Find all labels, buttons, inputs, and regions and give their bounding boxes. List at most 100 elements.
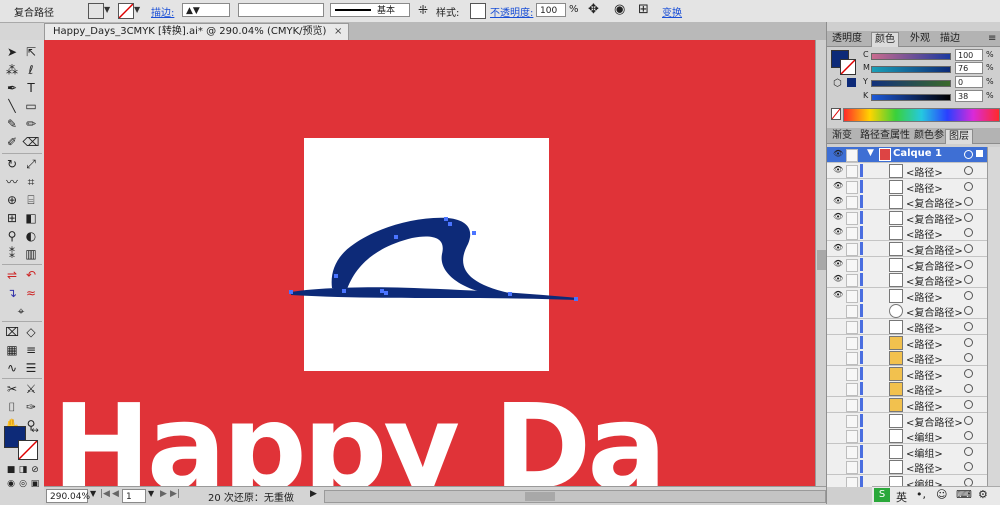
channel-value-y[interactable]: 0 bbox=[955, 76, 983, 88]
layer-item-row[interactable]: 👁 <路径> bbox=[827, 178, 987, 195]
lock-toggle[interactable] bbox=[846, 461, 858, 475]
gamut-swatch[interactable] bbox=[847, 78, 856, 87]
expand-icon[interactable]: ▼ bbox=[867, 148, 874, 158]
lock-toggle[interactable] bbox=[846, 321, 858, 334]
bar-tool-icon[interactable]: ≡ bbox=[22, 342, 40, 358]
lock-toggle[interactable] bbox=[846, 352, 858, 366]
smiley-icon[interactable]: ☺ bbox=[936, 488, 947, 501]
curvature-tool-icon[interactable]: ↶ bbox=[22, 267, 40, 283]
tab-layers[interactable]: 图层 bbox=[945, 129, 973, 144]
slider-y[interactable]: Y 0 % bbox=[863, 76, 999, 89]
gradient-tool-icon[interactable]: ◧ bbox=[22, 210, 40, 226]
target-icon[interactable] bbox=[964, 400, 973, 409]
lock-toggle[interactable] bbox=[846, 367, 858, 381]
shape-builder-tool-icon[interactable]: ⊕ bbox=[3, 192, 21, 208]
tab-attributes[interactable]: 属性 bbox=[887, 129, 913, 143]
eye-icon[interactable]: 👁 bbox=[833, 227, 843, 237]
layer-item-row[interactable]: 👁 <复合路径> bbox=[827, 272, 987, 289]
document-tab[interactable]: Happy_Days_3CMYK [转换].ai* @ 290.04% (CMY… bbox=[44, 23, 350, 41]
screen-mode-icon[interactable]: ▣ bbox=[26, 476, 44, 492]
status-menu-icon[interactable]: ▶ bbox=[310, 489, 317, 499]
direct-selection-tool-icon[interactable]: ⇱ bbox=[22, 44, 40, 60]
layer-item-row[interactable]: <复合路径> bbox=[827, 303, 987, 320]
lock-toggle[interactable] bbox=[846, 445, 858, 459]
next-page-icon[interactable]: ▶ bbox=[160, 489, 167, 499]
none-swatch[interactable] bbox=[831, 108, 841, 120]
page-arrow-icon[interactable]: ▼ bbox=[148, 489, 154, 498]
eye-icon[interactable]: 👁 bbox=[833, 181, 843, 191]
tab-color[interactable]: 颜色 bbox=[871, 32, 899, 47]
eye-icon[interactable]: 👁 bbox=[833, 259, 843, 269]
channel-track-m[interactable] bbox=[871, 66, 951, 73]
eye-icon[interactable]: 👁 bbox=[833, 274, 843, 284]
target-icon[interactable] bbox=[964, 212, 973, 222]
target-icon[interactable] bbox=[964, 462, 973, 472]
layers-scrollbar[interactable] bbox=[987, 147, 1000, 487]
settings-icon[interactable]: ⚙ bbox=[978, 488, 988, 501]
layer-item-row[interactable]: 👁 <复合路径> bbox=[827, 209, 987, 226]
eyedropper-tool-icon[interactable]: ⚲ bbox=[3, 228, 21, 244]
out-of-gamut-icon[interactable]: ⬡ bbox=[833, 78, 842, 89]
target-icon[interactable] bbox=[964, 431, 973, 441]
layer-item-row[interactable]: 👁 <路径> bbox=[827, 287, 987, 304]
lock-toggle[interactable] bbox=[846, 165, 858, 178]
selection-tool-icon[interactable]: ➤ bbox=[3, 44, 21, 60]
page-input[interactable]: 1 bbox=[122, 489, 146, 503]
close-icon[interactable]: × bbox=[334, 24, 342, 40]
warp-tool-icon[interactable]: 〰 bbox=[3, 174, 21, 190]
lock-toggle[interactable] bbox=[846, 305, 858, 319]
perspective-grid-tool-icon[interactable]: ⌸ bbox=[22, 192, 40, 208]
color-spectrum-bar[interactable] bbox=[843, 108, 1000, 122]
opacity-label[interactable]: 不透明度: bbox=[490, 4, 533, 19]
channel-track-k[interactable] bbox=[871, 94, 951, 101]
layer-item-row[interactable]: 👁 <路径> bbox=[827, 225, 987, 242]
target-icon[interactable] bbox=[964, 446, 973, 456]
type-tool-icon[interactable]: T bbox=[22, 80, 40, 96]
chart-tool-icon[interactable]: ▦ bbox=[3, 342, 21, 358]
layer-item-row[interactable]: 👁 <复合路径> bbox=[827, 256, 987, 273]
layer-item-row[interactable]: <路径> bbox=[827, 334, 987, 351]
ime-icon[interactable]: S bbox=[874, 488, 890, 502]
stroke-swatch[interactable] bbox=[118, 3, 134, 19]
reflect-tool-icon[interactable]: ⇌ bbox=[3, 267, 21, 283]
free-transform-tool-icon[interactable]: ⌗ bbox=[22, 174, 40, 190]
target-icon[interactable] bbox=[964, 353, 973, 363]
knife-tool-icon[interactable]: ⚔ bbox=[22, 381, 40, 397]
target-icon[interactable] bbox=[964, 322, 973, 331]
lock-toggle[interactable] bbox=[846, 227, 858, 241]
blob-brush-tool-icon[interactable]: ✐ bbox=[3, 134, 21, 150]
lock-toggle[interactable] bbox=[846, 211, 858, 225]
paintbrush-tool-icon[interactable]: ✎ bbox=[3, 116, 21, 132]
lock-toggle[interactable] bbox=[846, 399, 858, 412]
lock-toggle[interactable] bbox=[846, 243, 858, 256]
layer-item-row[interactable]: 👁 <复合路径> bbox=[827, 241, 987, 257]
mesh-tool-icon[interactable]: ⊞ bbox=[3, 210, 21, 226]
magic-wand-tool-icon[interactable]: ⁂ bbox=[3, 62, 21, 78]
target-icon[interactable] bbox=[964, 415, 973, 425]
last-page-icon[interactable]: ▶| bbox=[170, 489, 180, 499]
eye-icon[interactable]: 👁 bbox=[833, 212, 843, 222]
crop-tool-icon[interactable]: ⌷ bbox=[3, 399, 21, 415]
eraser-tool-icon[interactable]: ⌫ bbox=[22, 134, 40, 150]
eye-icon[interactable]: 👁 bbox=[833, 196, 843, 206]
target-icon[interactable] bbox=[964, 259, 973, 269]
transform-link[interactable]: 变换 bbox=[662, 4, 682, 19]
document-setup-icon[interactable]: ◉ bbox=[614, 2, 625, 17]
stroke-label[interactable]: 描边: bbox=[151, 4, 174, 19]
align-icon[interactable]: ⁜ bbox=[418, 3, 428, 17]
lasso-tool-icon[interactable]: ℓ bbox=[22, 62, 40, 78]
tab-color-guide[interactable]: 颜色参 bbox=[911, 129, 947, 143]
slider-c[interactable]: C 100 % bbox=[863, 49, 999, 62]
target-icon[interactable] bbox=[964, 368, 973, 378]
target-icon[interactable] bbox=[964, 275, 973, 285]
tab-stroke[interactable]: 描边 bbox=[937, 32, 963, 46]
pencil-tool-icon[interactable]: ✏ bbox=[22, 116, 40, 132]
horizontal-scrollbar[interactable] bbox=[324, 490, 826, 503]
stroke-dropdown-arrow[interactable]: ▼ bbox=[134, 5, 140, 14]
tab-gradient[interactable]: 渐变 bbox=[829, 129, 855, 143]
target-icon[interactable] bbox=[964, 244, 973, 253]
lock-toggle[interactable] bbox=[846, 274, 858, 288]
first-page-icon[interactable]: |◀ bbox=[100, 489, 110, 499]
tab-transparency[interactable]: 透明度 bbox=[829, 32, 865, 46]
zoom-dropdown[interactable]: 290.04% bbox=[46, 489, 90, 503]
